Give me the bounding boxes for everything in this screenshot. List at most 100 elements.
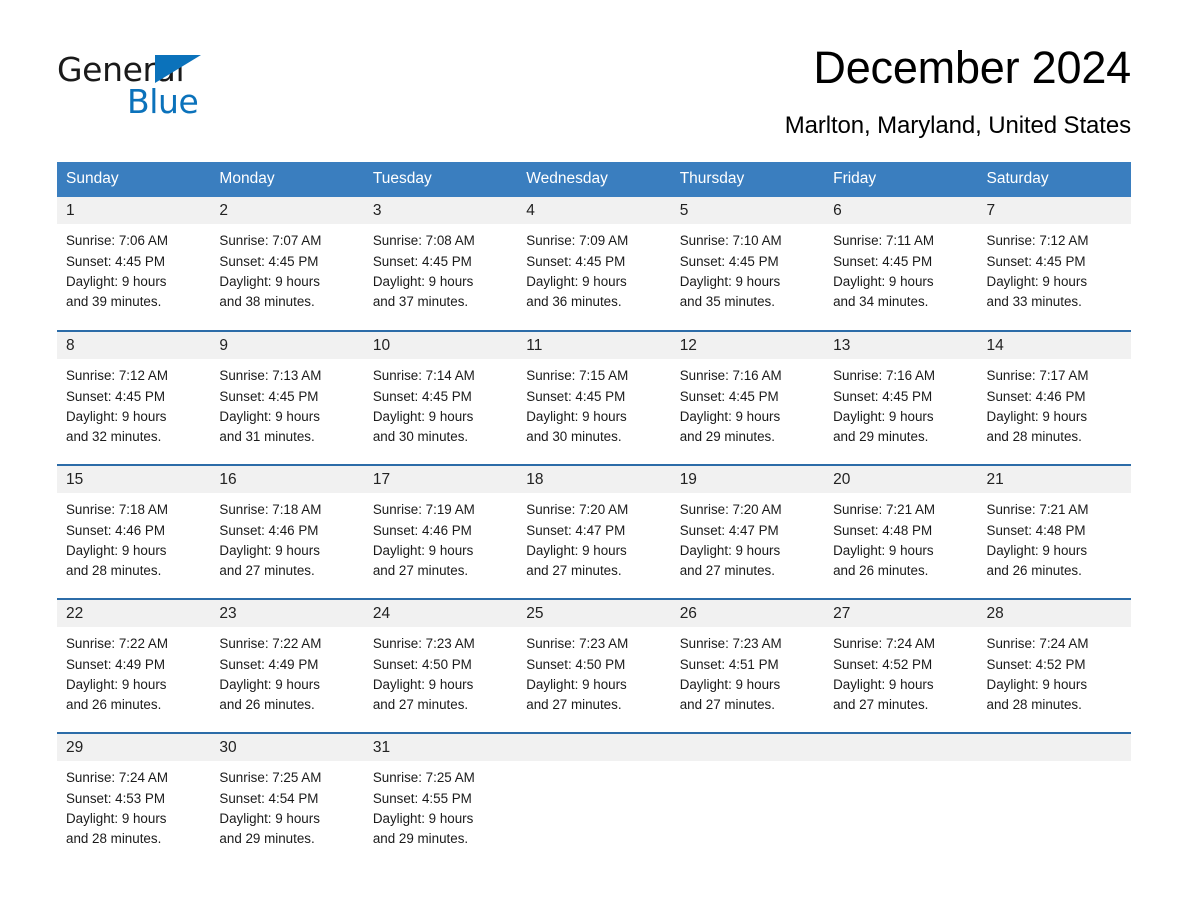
daylight-duration-line2: and 27 minutes. — [372, 563, 469, 579]
daylight-duration-line2: and 35 minutes. — [679, 294, 775, 310]
day-number: 1 — [57, 197, 211, 225]
calendar-day-cell[interactable]: 25 Sunrise: 7:23 AM Sunset: 4:50 PM Dayligh… — [517, 598, 671, 734]
calendar-day-cell[interactable]: 17 Sunrise: 7:19 AM Sunset: 4:46 PM Dayligh… — [363, 464, 518, 600]
calendar-day-cell[interactable]: 19 Sunrise: 7:20 AM Sunset: 4:47 PM Dayligh… — [670, 464, 825, 600]
day-details: Sunrise: 7:24 AM Sunset: 4:52 PM Daylight:… — [978, 627, 1131, 716]
calendar-day-cell[interactable]: 12 Sunrise: 7:16 AM Sunset: 4:45 PM Dayligh… — [670, 330, 825, 466]
location-subtitle: Marlton, Maryland, United States — [784, 112, 1131, 140]
daylight-duration-line2: and 29 minutes. — [372, 831, 469, 847]
day-details: Sunrise: 7:16 AM Sunset: 4:45 PM Daylight:… — [824, 359, 977, 448]
day-number: 25 — [517, 600, 671, 628]
sunrise-time: Sunrise: 7:23 AM — [526, 636, 629, 652]
day-number: 31 — [363, 734, 518, 762]
sunrise-time: Sunrise: 7:23 AM — [372, 636, 475, 652]
day-details: Sunrise: 7:22 AM Sunset: 4:49 PM Daylight:… — [57, 627, 210, 716]
sunset-time: Sunset: 4:48 PM — [833, 522, 933, 538]
daylight-duration-line2: and 29 minutes. — [833, 429, 929, 445]
calendar-day-cell[interactable]: 13 Sunrise: 7:16 AM Sunset: 4:45 PM Dayligh… — [824, 330, 978, 466]
calendar-day-cell[interactable]: 10 Sunrise: 7:14 AM Sunset: 4:45 PM Dayligh… — [363, 330, 518, 466]
day-number: 19 — [670, 466, 825, 494]
sunset-time: Sunset: 4:45 PM — [219, 388, 319, 404]
calendar-day-cell[interactable]: 11 Sunrise: 7:15 AM Sunset: 4:45 PM Dayligh… — [517, 330, 671, 466]
day-number: 23 — [210, 600, 364, 628]
day-number: 6 — [824, 197, 978, 225]
calendar-day-cell[interactable]: 28 Sunrise: 7:24 AM Sunset: 4:52 PM Dayligh… — [977, 598, 1131, 734]
calendar-day-cell-empty — [670, 732, 825, 868]
sunset-time: Sunset: 4:55 PM — [372, 790, 472, 806]
day-details: Sunrise: 7:23 AM Sunset: 4:51 PM Daylight:… — [671, 627, 824, 716]
sunrise-time: Sunrise: 7:06 AM — [66, 233, 168, 249]
day-details: Sunrise: 7:10 AM Sunset: 4:45 PM Daylight:… — [671, 224, 824, 313]
calendar-day-cell[interactable]: 3 Sunrise: 7:08 AM Sunset: 4:45 PM Daylight… — [363, 197, 518, 331]
day-details: Sunrise: 7:19 AM Sunset: 4:46 PM Daylight:… — [364, 493, 517, 582]
calendar-week-row: 29 Sunrise: 7:24 AM Sunset: 4:53 PM Dayligh… — [57, 732, 1131, 868]
daylight-duration-line2: and 33 minutes. — [986, 294, 1082, 310]
calendar-day-cell[interactable]: 2 Sunrise: 7:07 AM Sunset: 4:45 PM Daylight… — [210, 197, 364, 331]
calendar-day-cell[interactable]: 18 Sunrise: 7:20 AM Sunset: 4:47 PM Dayligh… — [517, 464, 671, 600]
calendar-day-cell[interactable]: 4 Sunrise: 7:09 AM Sunset: 4:45 PM Daylight… — [517, 197, 671, 331]
calendar-day-cell[interactable]: 26 Sunrise: 7:23 AM Sunset: 4:51 PM Dayligh… — [670, 598, 825, 734]
calendar-day-cell[interactable]: 14 Sunrise: 7:17 AM Sunset: 4:46 PM Dayligh… — [977, 330, 1131, 466]
calendar-day-cell[interactable]: 30 Sunrise: 7:25 AM Sunset: 4:54 PM Dayligh… — [210, 732, 364, 868]
day-details: Sunrise: 7:18 AM Sunset: 4:46 PM Daylight:… — [210, 493, 363, 582]
daylight-duration-line1: Daylight: 9 hours — [679, 543, 781, 558]
sunset-time: Sunset: 4:45 PM — [66, 253, 165, 269]
day-details: Sunrise: 7:24 AM Sunset: 4:53 PM Daylight:… — [57, 761, 210, 850]
day-details: Sunrise: 7:20 AM Sunset: 4:47 PM Daylight:… — [671, 493, 824, 582]
daylight-duration-line2: and 28 minutes. — [986, 697, 1082, 713]
sunrise-time: Sunrise: 7:10 AM — [679, 233, 782, 249]
daylight-duration-line2: and 28 minutes. — [66, 563, 162, 579]
sunrise-time: Sunrise: 7:16 AM — [679, 368, 782, 384]
calendar-table: Sunday Monday Tuesday Wednesday Thursday… — [57, 162, 1131, 868]
day-number: 18 — [517, 466, 671, 494]
sunrise-time: Sunrise: 7:09 AM — [526, 233, 629, 249]
sunrise-time: Sunrise: 7:21 AM — [986, 502, 1089, 518]
sunset-time: Sunset: 4:53 PM — [66, 790, 165, 806]
day-number: 5 — [670, 197, 825, 225]
calendar-day-cell[interactable]: 7 Sunrise: 7:12 AM Sunset: 4:45 PM Daylight… — [977, 197, 1131, 331]
sunset-time: Sunset: 4:45 PM — [679, 388, 779, 404]
day-details: Sunrise: 7:12 AM Sunset: 4:45 PM Daylight:… — [978, 224, 1131, 313]
daylight-duration-line2: and 27 minutes. — [679, 697, 775, 713]
calendar-day-cell[interactable]: 5 Sunrise: 7:10 AM Sunset: 4:45 PM Daylight… — [670, 197, 825, 331]
calendar-day-cell[interactable]: 22 Sunrise: 7:22 AM Sunset: 4:49 PM Dayligh… — [57, 598, 211, 734]
daylight-duration-line2: and 27 minutes. — [372, 697, 469, 713]
calendar-header-row: Sunday Monday Tuesday Wednesday Thursday… — [57, 162, 1131, 198]
sunrise-time: Sunrise: 7:16 AM — [833, 368, 936, 384]
daylight-duration-line2: and 38 minutes. — [219, 294, 315, 310]
calendar-day-cell[interactable]: 1 Sunrise: 7:06 AM Sunset: 4:45 PM Daylight… — [57, 197, 211, 331]
calendar-day-cell[interactable]: 15 Sunrise: 7:18 AM Sunset: 4:46 PM Dayligh… — [57, 464, 211, 600]
daylight-duration-line1: Daylight: 9 hours — [679, 409, 781, 424]
daylight-duration-line1: Daylight: 9 hours — [526, 409, 627, 424]
calendar-day-cell[interactable]: 6 Sunrise: 7:11 AM Sunset: 4:45 PM Daylight… — [824, 197, 978, 331]
sunrise-time: Sunrise: 7:24 AM — [833, 636, 936, 652]
calendar-day-cell[interactable]: 16 Sunrise: 7:18 AM Sunset: 4:46 PM Dayligh… — [210, 464, 364, 600]
calendar-day-cell[interactable]: 21 Sunrise: 7:21 AM Sunset: 4:48 PM Dayligh… — [977, 464, 1131, 600]
day-details: Sunrise: 7:16 AM Sunset: 4:45 PM Daylight:… — [671, 359, 824, 448]
day-details: Sunrise: 7:25 AM Sunset: 4:54 PM Daylight:… — [210, 761, 363, 850]
sunset-time: Sunset: 4:46 PM — [219, 522, 319, 538]
calendar-day-cell[interactable]: 8 Sunrise: 7:12 AM Sunset: 4:45 PM Daylight… — [57, 330, 211, 466]
day-number: 13 — [824, 332, 978, 360]
calendar-page: General Blue December 2024 Marlton, Mary… — [0, 0, 1188, 918]
calendar-day-cell[interactable]: 29 Sunrise: 7:24 AM Sunset: 4:53 PM Dayligh… — [57, 732, 211, 868]
calendar-day-cell[interactable]: 20 Sunrise: 7:21 AM Sunset: 4:48 PM Dayligh… — [824, 464, 978, 600]
daylight-duration-line2: and 31 minutes. — [219, 429, 315, 445]
generalblue-logo[interactable]: General Blue — [57, 44, 217, 121]
calendar-day-cell[interactable]: 24 Sunrise: 7:23 AM Sunset: 4:50 PM Dayligh… — [363, 598, 518, 734]
sunset-time: Sunset: 4:45 PM — [66, 388, 165, 404]
day-details: Sunrise: 7:06 AM Sunset: 4:45 PM Daylight:… — [57, 224, 210, 313]
calendar-day-cell[interactable]: 31 Sunrise: 7:25 AM Sunset: 4:55 PM Dayligh… — [363, 732, 518, 868]
day-number — [824, 734, 978, 762]
day-details: Sunrise: 7:11 AM Sunset: 4:45 PM Daylight:… — [824, 224, 977, 313]
calendar-day-cell[interactable]: 23 Sunrise: 7:22 AM Sunset: 4:49 PM Dayligh… — [210, 598, 364, 734]
day-details: Sunrise: 7:21 AM Sunset: 4:48 PM Daylight:… — [978, 493, 1131, 582]
weekday-header-thursday: Thursday — [670, 162, 825, 198]
sunset-time: Sunset: 4:48 PM — [986, 522, 1086, 538]
page-header: General Blue December 2024 Marlton, Mary… — [0, 0, 1188, 140]
calendar-week-row: 22 Sunrise: 7:22 AM Sunset: 4:49 PM Dayligh… — [57, 598, 1131, 734]
sunset-time: Sunset: 4:50 PM — [526, 656, 626, 672]
calendar-day-cell[interactable]: 27 Sunrise: 7:24 AM Sunset: 4:52 PM Dayligh… — [824, 598, 978, 734]
sunset-time: Sunset: 4:45 PM — [372, 253, 472, 269]
calendar-day-cell[interactable]: 9 Sunrise: 7:13 AM Sunset: 4:45 PM Daylight… — [210, 330, 364, 466]
